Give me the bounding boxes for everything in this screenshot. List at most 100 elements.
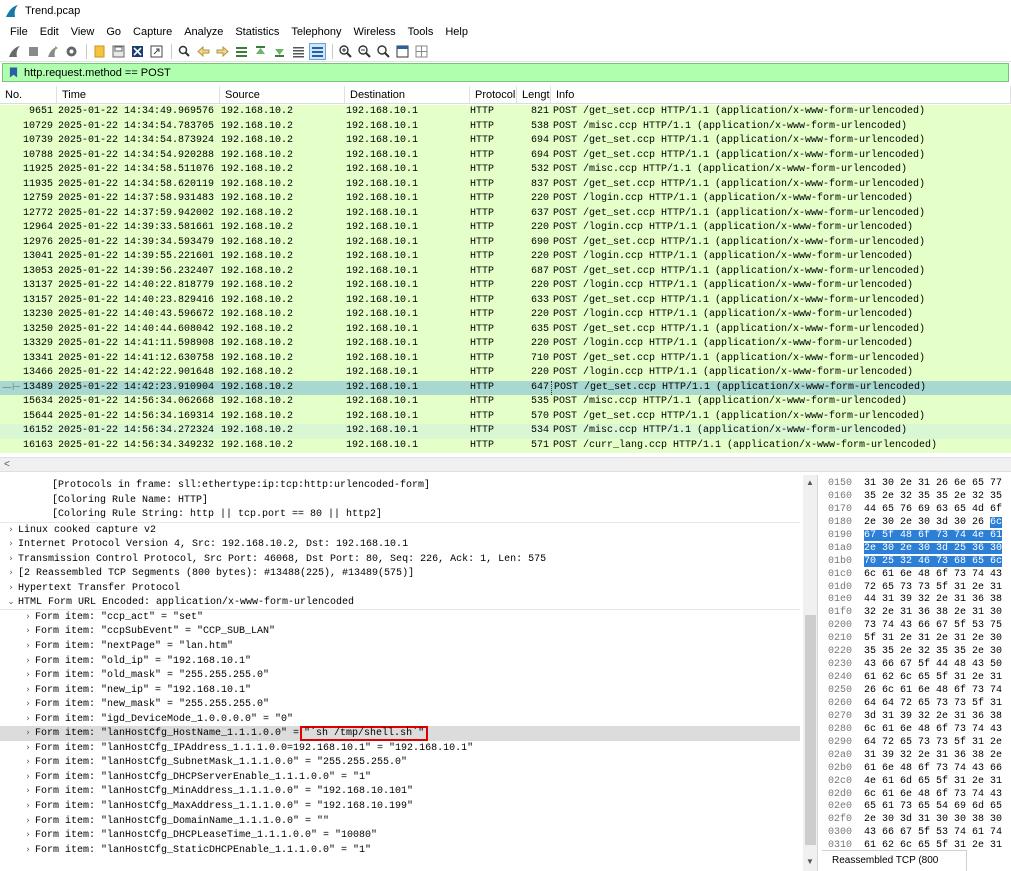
menu-statistics[interactable]: Statistics (229, 26, 285, 38)
packet-row[interactable]: 9651 2025-01-22 14:34:49.969576 192.168.10… (0, 105, 1011, 120)
packet-row[interactable]: 16152 2025-01-22 14:56:34.272324 192.168.1… (0, 424, 1011, 439)
packet-row[interactable]: 12772 2025-01-22 14:37:59.942002 192.168.1… (0, 206, 1011, 221)
expand-arrow-icon[interactable]: › (21, 639, 35, 654)
menu-tools[interactable]: Tools (402, 26, 440, 38)
detail-tree-item[interactable]: › Form item: "ccp_act" = "set" (0, 610, 800, 625)
save-file-icon[interactable] (110, 43, 127, 60)
packet-row[interactable]: 15644 2025-01-22 14:56:34.169314 192.168.1… (0, 409, 1011, 424)
byte-row[interactable]: 01e0 44 31 39 32 2e 31 36 38 (828, 594, 1002, 607)
packet-row[interactable]: 12976 2025-01-22 14:39:34.593479 192.168.1… (0, 235, 1011, 250)
expand-arrow-icon[interactable]: › (21, 828, 35, 843)
stop-capture-icon[interactable] (25, 43, 42, 60)
packet-row[interactable]: 13466 2025-01-22 14:42:22.901648 192.168.1… (0, 366, 1011, 381)
column-header-source[interactable]: Source (220, 86, 345, 104)
byte-row[interactable]: 02b0 61 6e 48 6f 73 74 43 66 (828, 763, 1002, 776)
detail-tree-item[interactable]: [Coloring Rule Name: HTTP] (0, 494, 800, 509)
byte-row[interactable]: 02a0 31 39 32 2e 31 36 38 2e (828, 750, 1002, 763)
expand-arrow-icon[interactable]: › (4, 581, 18, 596)
packet-row[interactable]: 16163 2025-01-22 14:56:34.349232 192.168.1… (0, 438, 1011, 453)
menu-file[interactable]: File (4, 26, 34, 38)
detail-tree-item[interactable]: › Internet Protocol Version 4, Src: 192.1… (0, 537, 800, 552)
column-header-protocol[interactable]: Protocol (470, 86, 517, 104)
detail-tree-item[interactable]: › Form item: "lanHostCfg_DHCPLeaseTime_1.… (0, 828, 800, 843)
expand-arrow-icon[interactable]: › (21, 610, 35, 625)
close-file-icon[interactable] (129, 43, 146, 60)
byte-row[interactable]: 0160 35 2e 32 35 35 2e 32 35 (828, 491, 1002, 504)
detail-tree-item[interactable]: › Form item: "ccpSubEvent" = "CCP_SUB_LAN… (0, 624, 800, 639)
colorize-icon[interactable] (309, 42, 326, 60)
byte-row[interactable]: 0150 31 30 2e 31 26 6e 65 77 (828, 478, 1002, 491)
detail-tree-item[interactable]: › Transmission Control Protocol, Src Port… (0, 552, 800, 567)
go-back-icon[interactable] (195, 43, 212, 60)
zoom-out-icon[interactable] (356, 43, 373, 60)
packet-row[interactable]: 13053 2025-01-22 14:39:56.232407 192.168.1… (0, 264, 1011, 279)
open-file-icon[interactable] (91, 43, 108, 60)
menu-wireless[interactable]: Wireless (348, 26, 402, 38)
byte-row[interactable]: 02f0 2e 30 3d 31 30 30 38 30 (828, 814, 1002, 827)
packet-row[interactable]: 13157 2025-01-22 14:40:23.829416 192.168.1… (0, 293, 1011, 308)
zoom-in-icon[interactable] (337, 43, 354, 60)
expand-arrow-icon[interactable]: › (21, 712, 35, 727)
byte-row[interactable]: 01b0 70 25 32 46 73 68 65 6c (828, 555, 1003, 569)
menu-view[interactable]: View (65, 26, 101, 38)
packet-row[interactable]: 13329 2025-01-22 14:41:11.598908 192.168.1… (0, 337, 1011, 352)
go-last-packet-icon[interactable] (271, 43, 288, 60)
expand-arrow-icon[interactable]: › (21, 814, 35, 829)
details-vscrollbar[interactable]: ▲ ▼ (803, 475, 817, 871)
expand-arrow-icon[interactable]: › (21, 784, 35, 799)
packet-row[interactable]: 10788 2025-01-22 14:34:54.920288 192.168.1… (0, 148, 1011, 163)
expand-arrow-icon[interactable]: › (21, 741, 35, 756)
packet-list-hscrollbar[interactable]: < (0, 457, 1011, 472)
column-header-destination[interactable]: Destination (345, 86, 470, 104)
detail-tree-item[interactable]: › Hypertext Transfer Protocol (0, 581, 800, 596)
restart-capture-icon[interactable] (44, 43, 61, 60)
scroll-left-arrow-icon[interactable]: < (4, 459, 10, 470)
column-header-info[interactable]: Info (551, 86, 1011, 104)
bytes-tab-reassembled[interactable]: Reassembled TCP (800 bytes) (822, 850, 967, 871)
expand-arrow-icon[interactable]: › (21, 697, 35, 712)
expand-arrow-icon[interactable]: › (21, 755, 35, 770)
collapse-arrow-icon[interactable]: ⌄ (4, 595, 18, 610)
scroll-down-arrow-icon[interactable]: ▼ (806, 857, 814, 866)
detail-tree-item[interactable]: › Form item: "old_mask" = "255.255.255.0" (0, 668, 800, 683)
detail-tree-item[interactable]: › Form item: "nextPage" = "lan.htm" (0, 639, 800, 654)
byte-row[interactable]: 0270 3d 31 39 32 2e 31 36 38 (828, 711, 1002, 724)
layout-icon[interactable] (413, 43, 430, 60)
detail-tree-item[interactable]: › Form item: "lanHostCfg_DomainName_1.1.1… (0, 814, 800, 829)
packet-row[interactable]: 11935 2025-01-22 14:34:58.620119 192.168.1… (0, 177, 1011, 192)
byte-row[interactable]: 0280 6c 61 6e 48 6f 73 74 43 (828, 724, 1002, 737)
scroll-up-arrow-icon[interactable]: ▲ (806, 478, 814, 487)
byte-row[interactable]: 02d0 6c 61 6e 48 6f 73 74 43 (828, 789, 1002, 802)
detail-tree-item[interactable]: [Protocols in frame: sll:ethertype:ip:tc… (0, 479, 800, 494)
expand-arrow-icon[interactable]: › (4, 566, 18, 581)
packet-row[interactable]: —⊢ 13489 2025-01-22 14:42:23.910904 192.168… (0, 380, 1011, 395)
go-to-packet-icon[interactable] (233, 43, 250, 60)
detail-tree-item[interactable]: › Form item: "lanHostCfg_MinAddress_1.1.1… (0, 784, 800, 799)
detail-tree-item[interactable]: › Linux cooked capture v2 (0, 523, 800, 538)
display-filter-input[interactable]: http.request.method == POST (24, 67, 171, 79)
byte-row[interactable]: 0180 2e 30 2e 30 3d 30 26 6c (828, 516, 1003, 530)
byte-row[interactable]: 01f0 32 2e 31 36 38 2e 31 30 (828, 607, 1002, 620)
packet-row[interactable]: 11925 2025-01-22 14:34:58.511076 192.168.1… (0, 163, 1011, 178)
normal-size-icon[interactable] (375, 43, 392, 60)
byte-row[interactable]: 0290 64 72 65 73 73 5f 31 2e (828, 737, 1002, 750)
detail-tree-item[interactable]: › Form item: "lanHostCfg_DHCPServerEnable… (0, 770, 800, 785)
detail-tree-item[interactable]: › Form item: "lanHostCfg_MaxAddress_1.1.1… (0, 799, 800, 814)
expand-arrow-icon[interactable]: › (21, 726, 35, 741)
expand-arrow-icon[interactable]: › (4, 537, 18, 552)
byte-row[interactable]: 0250 26 6c 61 6e 48 6f 73 74 (828, 685, 1002, 698)
expand-arrow-icon[interactable]: › (4, 523, 18, 538)
detail-tree-item[interactable]: › [2 Reassembled TCP Segments (800 bytes)… (0, 566, 800, 581)
packet-row[interactable]: 13250 2025-01-22 14:40:44.608042 192.168.1… (0, 322, 1011, 337)
packet-row[interactable]: 13041 2025-01-22 14:39:55.221601 192.168.1… (0, 250, 1011, 265)
detail-tree-item[interactable]: › Form item: "old_ip" = "192.168.10.1" (0, 654, 800, 669)
bookmark-icon[interactable] (6, 65, 20, 80)
byte-row[interactable]: 01a0 2e 30 2e 30 3d 25 36 30 (828, 542, 1003, 556)
packet-row[interactable]: 13230 2025-01-22 14:40:43.596672 192.168.1… (0, 308, 1011, 323)
column-header-no[interactable]: No. (0, 86, 57, 104)
byte-row[interactable]: 0210 5f 31 2e 31 2e 31 2e 30 (828, 633, 1002, 646)
detail-tree-item[interactable]: › Form item: "lanHostCfg_SubnetMask_1.1.1… (0, 755, 800, 770)
resize-columns-icon[interactable] (394, 43, 411, 60)
packet-row[interactable]: 10739 2025-01-22 14:34:54.873924 192.168.1… (0, 134, 1011, 149)
packet-row[interactable]: 12759 2025-01-22 14:37:58.931483 192.168.1… (0, 192, 1011, 207)
